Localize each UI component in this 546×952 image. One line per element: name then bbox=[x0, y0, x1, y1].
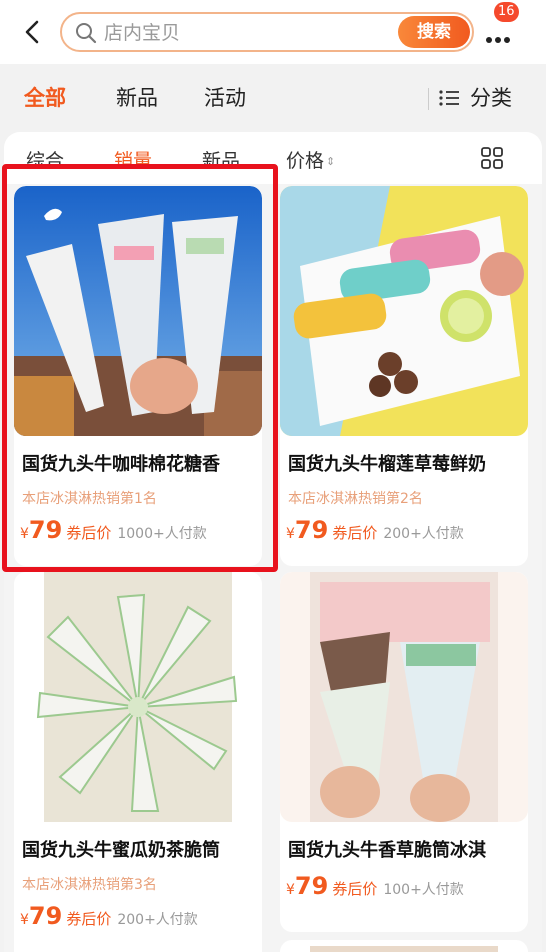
buyer-count: 200+人付款 bbox=[383, 526, 464, 542]
price-row: ¥79 券后价 200+人付款 bbox=[286, 516, 464, 544]
buyer-count: 200+人付款 bbox=[117, 912, 198, 928]
buyer-count: 1000+人付款 bbox=[117, 526, 207, 542]
product-image[interactable] bbox=[14, 572, 262, 822]
currency-symbol: ¥ bbox=[286, 882, 295, 898]
sort-bar: 综合 销量 新品 价格 ⇕ bbox=[4, 132, 542, 184]
coupon-label: 券后价 bbox=[332, 524, 378, 542]
tab-divider bbox=[428, 88, 429, 110]
sort-price-label: 价格 bbox=[286, 150, 325, 172]
currency-symbol: ¥ bbox=[20, 912, 29, 928]
rank-label: 本店冰淇淋热销第3名 bbox=[22, 877, 157, 893]
coupon-label: 券后价 bbox=[66, 910, 112, 928]
product-card[interactable]: 国货九头牛咖啡棉花糖香 本店冰淇淋热销第1名 ¥79 券后价 1000+人付款 bbox=[14, 186, 262, 566]
coupon-label: 券后价 bbox=[332, 880, 378, 898]
currency-symbol: ¥ bbox=[286, 526, 295, 542]
search-input[interactable] bbox=[104, 20, 404, 46]
search-bar[interactable]: 搜索 bbox=[60, 12, 474, 52]
sort-price[interactable]: 价格 ⇕ bbox=[286, 146, 335, 173]
product-image[interactable] bbox=[280, 572, 528, 822]
product-image[interactable] bbox=[310, 946, 498, 952]
sort-comprehensive[interactable]: 综合 bbox=[26, 146, 64, 173]
product-image[interactable] bbox=[280, 186, 528, 436]
product-title[interactable]: 国货九头牛咖啡棉花糖香 bbox=[22, 450, 258, 476]
rank-label: 本店冰淇淋热销第2名 bbox=[288, 491, 423, 507]
list-icon[interactable] bbox=[438, 88, 460, 108]
grid-view-icon[interactable] bbox=[480, 146, 504, 170]
price-value: 79 bbox=[294, 516, 329, 544]
notification-badge: 16 bbox=[494, 2, 519, 22]
product-card[interactable]: 国货九头牛香草脆筒冰淇 ¥79 券后价 100+人付款 bbox=[280, 572, 528, 932]
buyer-count: 100+人付款 bbox=[383, 882, 464, 898]
price-value: 79 bbox=[294, 872, 329, 900]
product-title[interactable]: 国货九头牛蜜瓜奶茶脆筒 bbox=[22, 836, 258, 862]
sort-new[interactable]: 新品 bbox=[202, 146, 240, 173]
product-title[interactable]: 国货九头牛香草脆筒冰淇 bbox=[288, 836, 524, 862]
currency-symbol: ¥ bbox=[20, 526, 29, 542]
back-icon[interactable] bbox=[18, 16, 48, 48]
tab-all[interactable]: 全部 bbox=[24, 82, 66, 112]
store-tabs: 全部 新品 活动 分类 bbox=[0, 72, 546, 124]
price-value: 79 bbox=[28, 516, 63, 544]
product-title[interactable]: 国货九头牛榴莲草莓鲜奶 bbox=[288, 450, 524, 476]
price-row: ¥79 券后价 200+人付款 bbox=[20, 902, 198, 930]
more-icon[interactable] bbox=[486, 28, 516, 43]
product-card[interactable]: 国货九头牛蜜瓜奶茶脆筒 本店冰淇淋热销第3名 ¥79 券后价 200+人付款 bbox=[14, 572, 262, 952]
sort-sales[interactable]: 销量 bbox=[114, 146, 152, 173]
tab-new[interactable]: 新品 bbox=[116, 82, 158, 112]
category-button[interactable]: 分类 bbox=[470, 82, 512, 112]
sort-arrow-icon: ⇕ bbox=[326, 155, 336, 168]
rank-label: 本店冰淇淋热销第1名 bbox=[22, 491, 157, 507]
product-card-partial[interactable] bbox=[280, 940, 528, 952]
product-card[interactable]: 国货九头牛榴莲草莓鲜奶 本店冰淇淋热销第2名 ¥79 券后价 200+人付款 bbox=[280, 186, 528, 566]
coupon-label: 券后价 bbox=[66, 524, 112, 542]
price-value: 79 bbox=[28, 902, 63, 930]
price-row: ¥79 券后价 1000+人付款 bbox=[20, 516, 207, 544]
tab-activity[interactable]: 活动 bbox=[204, 82, 246, 112]
product-image[interactable] bbox=[14, 186, 262, 436]
top-bar: 搜索 16 bbox=[0, 0, 546, 64]
product-panel: 综合 销量 新品 价格 ⇕ 国货九头牛咖啡棉花糖香 本店冰淇淋热销第1名 ¥79… bbox=[4, 132, 542, 952]
price-row: ¥79 券后价 100+人付款 bbox=[286, 872, 464, 900]
search-icon bbox=[76, 23, 97, 44]
search-button[interactable]: 搜索 bbox=[398, 16, 470, 48]
